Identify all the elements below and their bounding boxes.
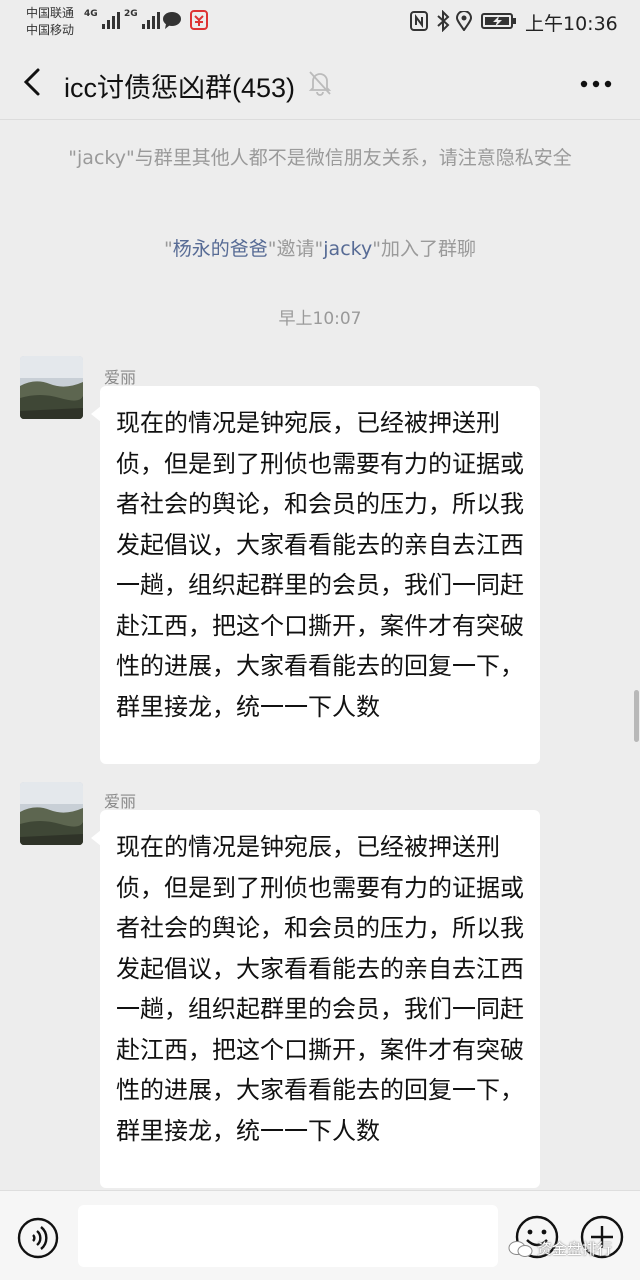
message-bubble[interactable]: 现在的情况是钟宛辰，已经被押送刑侦，但是到了刑侦也需要有力的证据或者社会的舆论，…: [91, 810, 540, 1188]
network-type-1: 4G: [84, 9, 98, 19]
message-input[interactable]: [78, 1205, 498, 1267]
chat-title: icc讨债惩凶群(453): [64, 73, 296, 103]
watermark: 资金盘排行: [508, 1238, 612, 1259]
scrollbar[interactable]: [634, 690, 639, 742]
sender-name: 爱丽: [104, 792, 137, 811]
avatar[interactable]: [20, 782, 83, 845]
invite-quote: ": [164, 238, 173, 260]
payment-app-icon: [190, 10, 208, 30]
message-bubble[interactable]: 现在的情况是钟宛辰，已经被押送刑侦，但是到了刑侦也需要有力的证据或者社会的舆论，…: [91, 386, 540, 764]
chat-header: icc讨债惩凶群(453): [0, 44, 640, 120]
timestamp: 早上10:07: [278, 309, 362, 329]
sender-name: 爱丽: [104, 368, 137, 387]
voice-icon[interactable]: [17, 1217, 59, 1259]
avatar[interactable]: [20, 356, 83, 419]
chevron-left-icon[interactable]: [16, 64, 50, 100]
input-bar: [0, 1190, 640, 1280]
inviter-name[interactable]: 杨永的爸爸: [173, 238, 268, 260]
network-type-2: 2G: [124, 9, 138, 19]
carrier-1: 中国联通: [26, 6, 75, 20]
signal-2-icon: 2G: [124, 9, 160, 29]
more-dots-icon[interactable]: [576, 70, 616, 98]
bluetooth-icon: [437, 10, 450, 32]
message-notification-icon: [163, 12, 181, 29]
status-bar: 中国联通 中国移动 4G 2G 上午10:36: [0, 0, 640, 44]
location-icon: [456, 11, 472, 31]
clock: 上午10:36: [525, 13, 618, 35]
chat-area[interactable]: "jacky"与群里其他人都不是微信朋友关系，请注意隐私安全 "杨永的爸爸"邀请…: [0, 120, 640, 1190]
battery-charging-icon: [481, 13, 516, 29]
signal-1-icon: 4G: [84, 9, 120, 29]
privacy-notice: "jacky"与群里其他人都不是微信朋友关系，请注意隐私安全: [68, 147, 572, 169]
carrier-2: 中国移动: [26, 23, 75, 37]
invite-tail: "加入了群聊: [372, 238, 476, 260]
invite-notice: "杨永的爸爸"邀请"jacky"加入了群聊: [40, 235, 600, 264]
nfc-icon: [410, 11, 428, 31]
bell-off-icon: [308, 71, 332, 96]
invite-mid: "邀请": [267, 238, 324, 260]
invitee-name[interactable]: jacky: [323, 238, 372, 260]
wechat-logo-icon: [508, 1240, 533, 1257]
watermark-text: 资金盘排行: [537, 1240, 613, 1258]
